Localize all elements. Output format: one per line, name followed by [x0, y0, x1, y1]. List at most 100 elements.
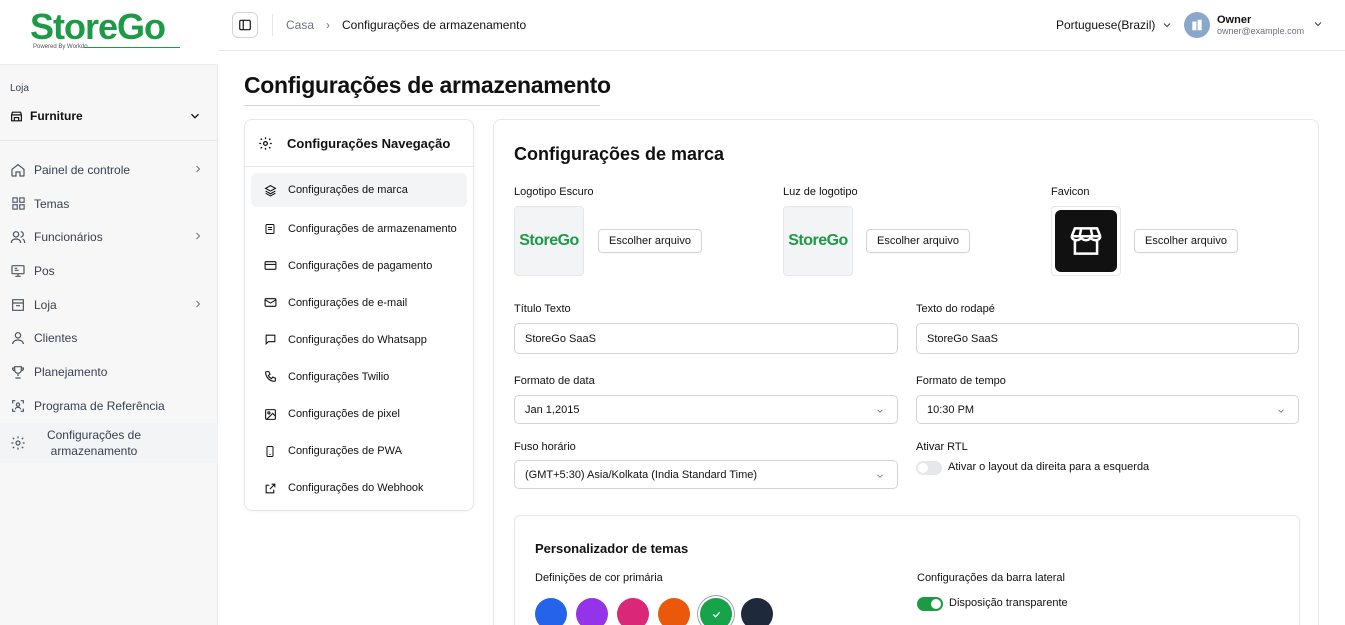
chevron-down-icon: [1161, 19, 1173, 31]
color-swatch-blue[interactable]: [535, 598, 567, 625]
users-icon: [10, 229, 26, 245]
gear-icon: [10, 435, 26, 451]
transparent-layout-toggle[interactable]: [917, 597, 943, 611]
settings-item-twilio[interactable]: Configurações Twilio: [251, 358, 467, 395]
store-select[interactable]: Furniture: [10, 106, 206, 126]
app-root: StoreGo Powered By Workdo Loja Furniture…: [0, 0, 1345, 625]
chevron-down-icon: [875, 406, 885, 416]
footer-text-input[interactable]: StoreGo SaaS: [916, 323, 1299, 354]
settings-item-pwa[interactable]: Configurações de PWA: [251, 433, 467, 470]
timezone-select[interactable]: (GMT+5:30) Asia/Kolkata (India Standard …: [514, 460, 898, 489]
sidebar-item-customers[interactable]: Clientes: [0, 321, 218, 355]
color-swatch-orange[interactable]: [658, 598, 690, 625]
settings-nav: Configurações Navegação Configurações de…: [244, 119, 474, 511]
logo[interactable]: StoreGo Powered By Workdo: [0, 0, 218, 65]
logo-text: StoreGo: [30, 6, 166, 47]
dark-logo-preview: StoreGo: [514, 206, 584, 276]
title-text-input[interactable]: StoreGo SaaS: [514, 323, 898, 354]
sidebar-item-store[interactable]: Loja: [0, 288, 218, 322]
page-title: Configurações de armazenamento: [244, 72, 611, 98]
date-format-select[interactable]: Jan 1,2015: [514, 395, 898, 424]
toggle-knob: [931, 599, 941, 609]
trophy-icon: [10, 364, 26, 380]
topbar-divider: [272, 14, 273, 36]
settings-item-brand[interactable]: Configurações de marca: [251, 173, 467, 207]
light-logo-label: Luz de logotipo: [783, 186, 858, 198]
color-swatch-pink[interactable]: [617, 598, 649, 625]
favicon-label: Favicon: [1051, 186, 1090, 198]
color-swatch-purple[interactable]: [576, 598, 608, 625]
user-menu[interactable]: Owner owner@example.com: [1184, 12, 1322, 38]
sidebar-item-staff[interactable]: Funcionários: [0, 220, 218, 254]
dark-logo-choose-file-button[interactable]: Escolher arquivo: [598, 229, 702, 253]
sidebar-item-dashboard[interactable]: Painel de controle: [0, 153, 218, 187]
date-format-value: Jan 1,2015: [525, 403, 580, 416]
sidebar-settings-label: Configurações da barra lateral: [917, 572, 1065, 584]
chevron-right-icon: [192, 163, 204, 175]
sidebar-item-label: Pos: [34, 263, 55, 278]
chevron-right-icon: [192, 298, 204, 310]
mail-icon: [263, 296, 277, 309]
transparent-layout-label: Disposição transparente: [949, 597, 1068, 609]
sidebar-item-referral[interactable]: Programa de Referência: [0, 389, 218, 423]
settings-item-webhook[interactable]: Configurações do Webhook: [251, 470, 467, 507]
sidebar-item-label: Loja: [34, 297, 57, 312]
breadcrumb-home[interactable]: Casa: [286, 18, 314, 32]
time-format-select[interactable]: 10:30 PM: [916, 395, 1299, 424]
layers-icon: [263, 184, 277, 197]
settings-item-email[interactable]: Configurações de e-mail: [251, 284, 467, 321]
rtl-toggle-label: Ativar o layout da direita para a esquer…: [948, 461, 1150, 473]
light-logo-text: StoreGo: [788, 232, 848, 249]
sidebar-item-themes[interactable]: Temas: [0, 187, 218, 221]
user-icon: [10, 330, 26, 346]
settings-nav-title: Configurações Navegação: [287, 135, 451, 151]
topbar: Casa › Configurações de armazenamento Po…: [218, 0, 1345, 51]
dark-logo-text: StoreGo: [519, 232, 579, 249]
theme-customizer-title: Personalizador de temas: [535, 541, 689, 556]
toggle-knob: [918, 463, 928, 473]
color-swatch-dark[interactable]: [741, 598, 773, 625]
theme-customizer: Personalizador de temas Definições de co…: [514, 515, 1300, 625]
rtl-toggle[interactable]: [916, 461, 942, 475]
credit-card-icon: [263, 259, 277, 272]
external-link-icon: [263, 482, 277, 495]
dark-logo-label: Logotipo Escuro: [514, 186, 594, 198]
time-format-label: Formato de tempo: [916, 375, 1006, 387]
light-logo-choose-file-button[interactable]: Escolher arquivo: [866, 229, 970, 253]
settings-item-label: Configurações de pagamento: [288, 259, 433, 272]
settings-item-payment[interactable]: Configurações de pagamento: [251, 247, 467, 284]
settings-item-label: Configurações de e-mail: [288, 296, 408, 309]
settings-item-label: Configurações de PWA: [288, 445, 402, 458]
chevron-down-icon: [1312, 18, 1324, 30]
gear-icon: [258, 136, 273, 151]
sidebar-item-plans[interactable]: Planejamento: [0, 355, 218, 389]
chevron-right-icon: [192, 230, 204, 242]
title-underline: [244, 105, 600, 106]
logo-underline: [84, 47, 180, 48]
settings-item-label: Configurações do Webhook: [288, 482, 424, 495]
language-select[interactable]: Portuguese(Brazil): [1056, 18, 1173, 32]
settings-item-whatsapp[interactable]: Configurações do Whatsapp: [251, 321, 467, 358]
chevron-down-icon: [875, 471, 885, 481]
sidebar-toggle-button[interactable]: [232, 12, 258, 38]
referral-icon: [10, 398, 26, 414]
chevron-down-icon: [188, 109, 202, 123]
settings-nav-list: Configurações de marca Configurações de …: [245, 167, 473, 507]
check-icon: [712, 611, 720, 618]
color-swatch-green[interactable]: [700, 598, 732, 625]
chat-icon: [263, 333, 277, 346]
settings-item-storage[interactable]: Configurações de armazenamento: [251, 210, 467, 247]
sidebar-item-store-settings[interactable]: Configurações de armazenamento: [0, 422, 218, 463]
settings-item-label: Configurações de pixel: [288, 408, 400, 421]
sidebar-item-pos[interactable]: Pos: [0, 254, 218, 288]
favicon-choose-file-button[interactable]: Escolher arquivo: [1134, 229, 1238, 253]
building-icon: [1192, 19, 1202, 31]
panel-title: Configurações de marca: [514, 144, 725, 164]
title-text-label: Título Texto: [514, 303, 571, 315]
sidebar-item-label: Clientes: [34, 331, 78, 346]
storefront-icon: [1055, 210, 1117, 272]
timezone-label: Fuso horário: [514, 441, 576, 453]
settings-item-pixel[interactable]: Configurações de pixel: [251, 395, 467, 432]
sidebar-item-label: Temas: [34, 196, 70, 211]
sidebar-item-label: Planejamento: [34, 364, 108, 379]
